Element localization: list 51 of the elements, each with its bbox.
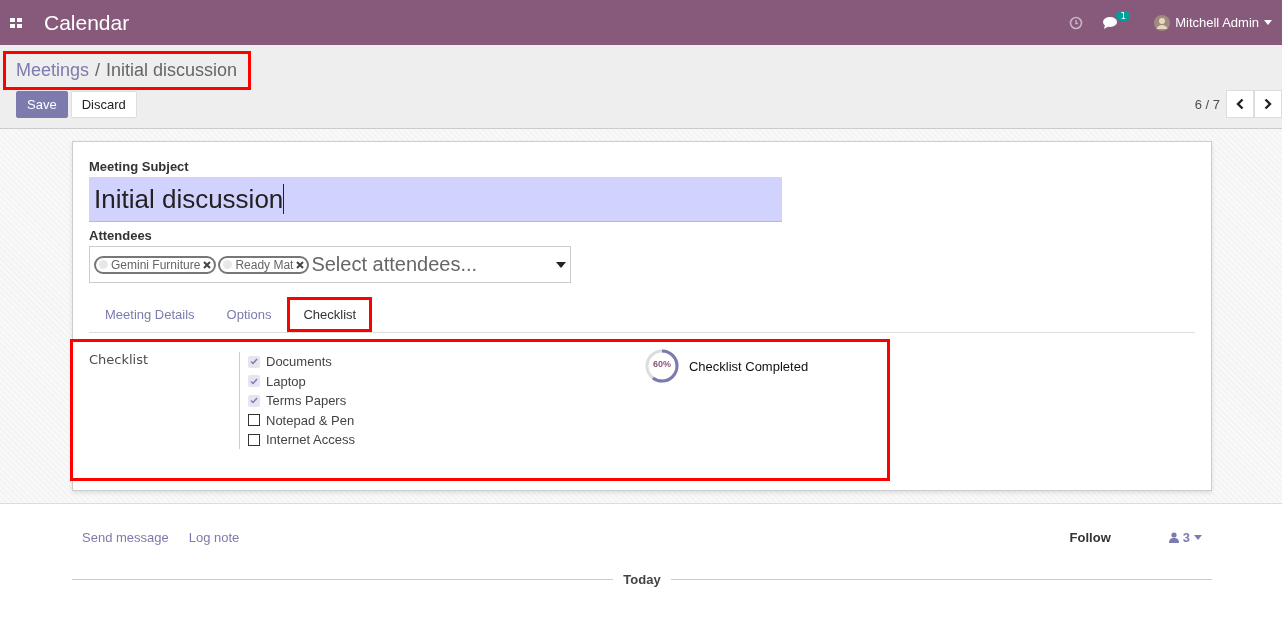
checklist-item-label: Terms Papers <box>266 393 347 409</box>
chat-icon[interactable] <box>1103 15 1120 30</box>
attendee-tag[interactable]: Ready Mat <box>218 255 310 274</box>
caret-icon[interactable] <box>1194 534 1202 540</box>
checkbox[interactable] <box>248 375 260 388</box>
date-separator: Today <box>623 572 661 587</box>
tab[interactable]: Meeting Details <box>89 297 211 332</box>
person-icon[interactable] <box>1168 531 1179 543</box>
field-label: Checklist <box>89 352 150 369</box>
progress-label: Checklist Completed <box>688 358 809 374</box>
discard-button[interactable]: Discard <box>70 90 137 118</box>
caret-icon[interactable] <box>1264 20 1272 25</box>
attendees-field[interactable]: Gemini Furniture Ready Mat Select attendees... <box>89 246 571 283</box>
remove-icon[interactable] <box>203 260 212 269</box>
next-button[interactable] <box>1254 90 1282 118</box>
message-count-badge: 1 <box>1116 10 1131 21</box>
chevron-left-icon <box>1236 98 1244 110</box>
checkbox[interactable] <box>248 433 260 446</box>
log-note-link[interactable]: Log note <box>188 529 240 545</box>
dropdown-caret-icon[interactable] <box>556 261 566 268</box>
checklist-item-label: Laptop <box>266 373 306 389</box>
user-name[interactable]: Mitchell Admin <box>1175 15 1259 30</box>
breadcrumb-current: Initial discussion <box>106 60 238 81</box>
pager-value: 6 / 7 <box>1194 96 1220 112</box>
tab[interactable]: Checklist <box>287 297 373 332</box>
send-message-link[interactable]: Send message <box>82 529 169 545</box>
subject-input-field[interactable]: Initial discussion <box>89 177 782 222</box>
tab[interactable]: Options <box>210 297 288 332</box>
checkbox[interactable] <box>248 394 260 407</box>
apps-menu-icon[interactable] <box>10 17 22 28</box>
attendees-placeholder: Select attendees... <box>311 253 479 276</box>
breadcrumb-separator: / <box>95 60 101 81</box>
follow-button[interactable]: Follow <box>1069 529 1111 545</box>
avatar-icon[interactable] <box>1154 14 1171 31</box>
chevron-right-icon <box>1264 98 1272 110</box>
field-label: Attendees <box>89 228 153 243</box>
breadcrumb-link[interactable]: Meetings <box>16 60 90 81</box>
checkbox[interactable] <box>248 414 260 427</box>
previous-button[interactable] <box>1226 90 1254 118</box>
app-title: Calendar <box>44 10 130 35</box>
attendee-tag[interactable]: Gemini Furniture <box>94 255 217 274</box>
follower-count[interactable]: 3 <box>1182 529 1190 545</box>
remove-icon[interactable] <box>296 260 305 269</box>
checkbox[interactable] <box>248 355 260 368</box>
checklist-item-label: Documents <box>266 354 332 370</box>
save-button[interactable]: Save <box>16 90 68 118</box>
progress-reading: 60% <box>651 359 672 369</box>
field-label: Meeting Subject <box>89 159 190 174</box>
clock-icon[interactable] <box>1069 15 1084 30</box>
checklist-item-label: Internet Access <box>266 432 355 448</box>
checklist-item-label: Notepad & Pen <box>266 412 355 428</box>
